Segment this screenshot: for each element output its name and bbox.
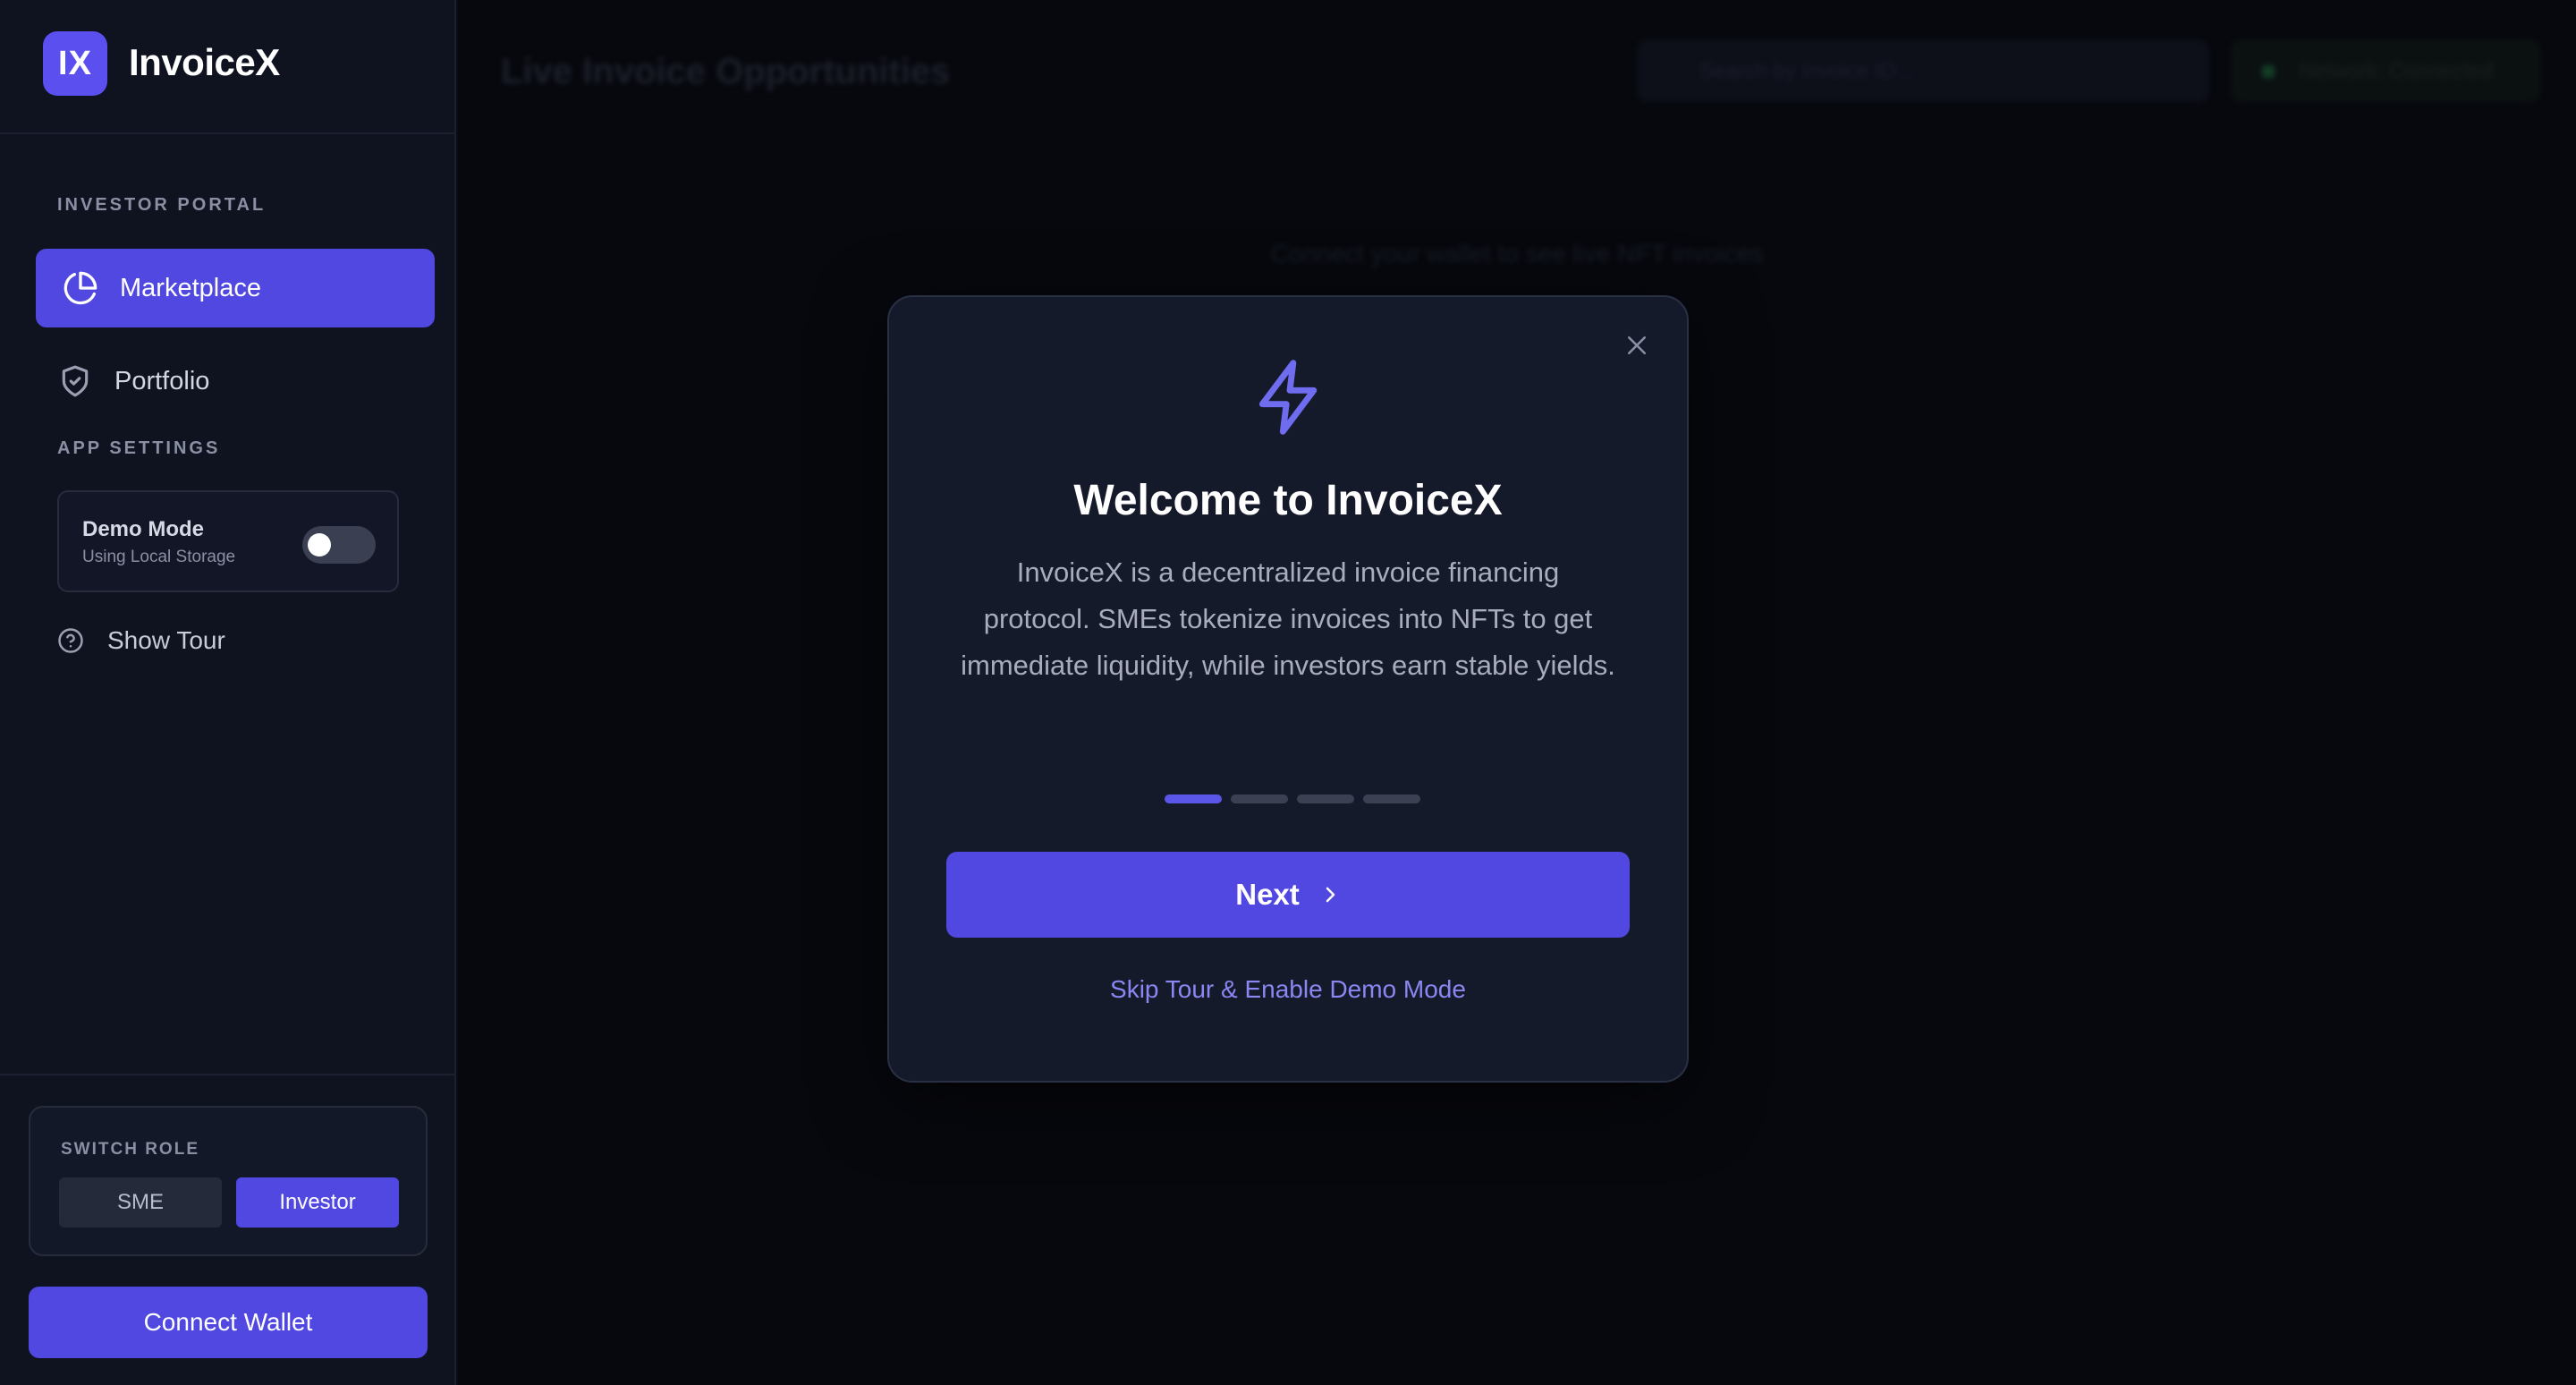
demo-mode-title: Demo Mode [82, 517, 205, 541]
tour-step-indicator [1165, 794, 1222, 803]
demo-mode-toggle[interactable] [302, 526, 376, 564]
sidebar-item-portfolio[interactable]: Portfolio [36, 342, 435, 421]
demo-mode-subtitle: Using Local Storage [82, 548, 236, 566]
brand-name: InvoiceX [129, 41, 280, 83]
tour-progress [1165, 794, 1420, 803]
tour-step-indicator [1363, 794, 1420, 803]
next-button-label: Next [1235, 878, 1300, 911]
chevron-right-icon [1319, 884, 1341, 905]
brand-header: IX InvoiceX [0, 0, 454, 134]
modal-description: InvoiceX is a decentralized invoice fina… [961, 557, 1615, 681]
next-button[interactable]: Next [946, 852, 1630, 938]
close-modal-button[interactable] [1619, 329, 1655, 365]
skip-tour-link[interactable]: Skip Tour & Enable Demo Mode [889, 975, 1687, 1004]
connect-wallet-button[interactable]: Connect Wallet [29, 1287, 428, 1358]
sidebar-item-label: Portfolio [114, 366, 210, 395]
help-circle-icon [57, 626, 86, 655]
investor-portal-label: INVESTOR PORTAL [57, 195, 267, 215]
role-sme-button[interactable]: SME [59, 1177, 222, 1228]
switch-role-label: SWITCH ROLE [61, 1140, 199, 1159]
show-tour-link[interactable]: Show Tour [57, 626, 225, 655]
show-tour-label: Show Tour [107, 626, 225, 654]
brand-logo[interactable]: IX [43, 31, 107, 96]
shield-check-icon [57, 363, 93, 399]
sidebar-footer: SWITCH ROLE SME Investor Connect Wallet [0, 1074, 454, 1385]
modal-title: Welcome to InvoiceX [1073, 477, 1503, 524]
switch-role-card: SWITCH ROLE SME Investor [29, 1106, 428, 1256]
app-settings-label: APP SETTINGS [57, 438, 221, 458]
sidebar: IX InvoiceX INVESTOR PORTAL Marketplace … [0, 0, 456, 1385]
pie-chart-icon [63, 270, 98, 306]
sidebar-item-marketplace[interactable]: Marketplace [36, 249, 435, 327]
toggle-knob [308, 533, 331, 557]
sidebar-item-label: Marketplace [120, 273, 261, 302]
demo-mode-card: Demo Mode Using Local Storage [57, 490, 399, 592]
role-investor-button[interactable]: Investor [236, 1177, 399, 1228]
lightning-bolt-icon [1249, 356, 1331, 438]
close-icon [1623, 332, 1650, 363]
welcome-tour-modal: Welcome to InvoiceX InvoiceX is a decent… [887, 295, 1689, 1083]
tour-step-indicator [1297, 794, 1354, 803]
tour-step-indicator [1231, 794, 1288, 803]
